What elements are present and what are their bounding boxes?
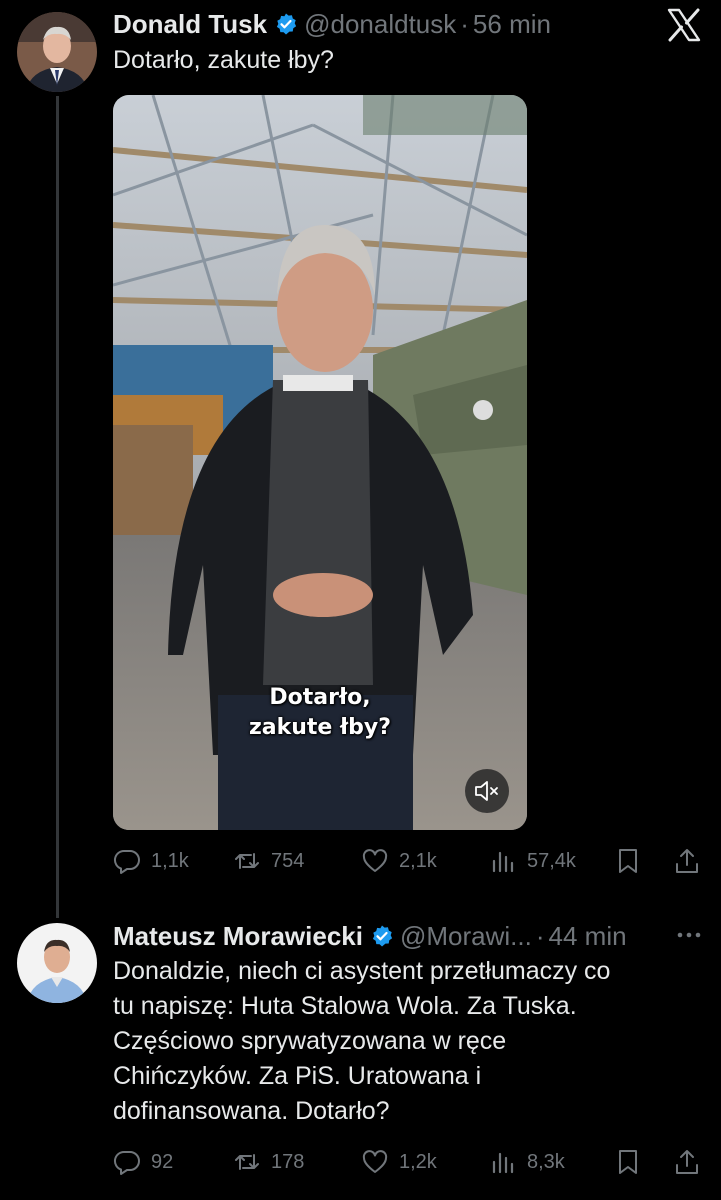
x-logo-icon [667, 8, 701, 42]
display-name[interactable]: Donald Tusk [113, 9, 267, 40]
views-icon [492, 1152, 514, 1174]
reply-button[interactable]: 1,1k [113, 847, 189, 875]
reply-button[interactable]: 92 [113, 1148, 173, 1176]
separator-dot: · [460, 8, 469, 39]
bookmark-button[interactable] [614, 847, 642, 875]
video-caption: Dotarło, zakute łby? [113, 683, 527, 743]
like-button[interactable]: 2,1k [361, 847, 437, 875]
mute-icon [475, 781, 498, 801]
share-button[interactable] [673, 1148, 701, 1176]
display-name[interactable]: Mateusz Morawiecki [113, 921, 363, 952]
avatar[interactable] [17, 923, 97, 1003]
more-button[interactable] [675, 923, 703, 947]
separator-dot: · [535, 920, 545, 951]
tweet-text: Dotarło, zakute łby? [113, 46, 334, 74]
tweet-header: Mateusz Morawiecki @Morawi... · 44 min [113, 918, 627, 954]
bookmark-icon [619, 849, 637, 873]
like-count: 1,2k [399, 1150, 437, 1173]
video-player[interactable]: Dotarło, zakute łby? [113, 95, 527, 830]
like-count: 2,1k [399, 849, 437, 872]
views-count: 57,4k [527, 849, 576, 872]
views-count: 8,3k [527, 1150, 565, 1173]
reply-icon [113, 849, 140, 874]
verified-badge-icon [274, 12, 298, 36]
tweet-actions: 92 178 1,2k 8,3k [113, 1144, 703, 1180]
retweet-icon [235, 1154, 259, 1170]
bookmark-button[interactable] [614, 1148, 642, 1176]
handle[interactable]: @donaldtusk [304, 9, 456, 40]
reply-icon [113, 1150, 140, 1175]
tweet-header: Donald Tusk @donaldtusk · 56 min [113, 6, 551, 42]
like-icon [362, 1150, 388, 1173]
like-button[interactable]: 1,2k [361, 1148, 437, 1176]
reply-count: 92 [151, 1150, 174, 1173]
bookmark-icon [619, 1150, 637, 1174]
share-icon [676, 1150, 698, 1174]
retweet-count: 178 [271, 1150, 305, 1173]
verified-badge-icon [370, 924, 394, 948]
retweet-button[interactable]: 178 [233, 1148, 304, 1176]
mute-button[interactable] [465, 769, 509, 813]
thread-line [56, 96, 59, 918]
retweet-button[interactable]: 754 [233, 847, 304, 875]
views-icon [492, 851, 514, 873]
tweet-actions: 1,1k 754 2,1k 57,4k [113, 843, 703, 879]
like-icon [362, 849, 388, 872]
share-icon [676, 849, 698, 873]
video-caption-line: Dotarło, [269, 685, 371, 710]
timestamp[interactable]: 44 min [549, 921, 627, 952]
retweet-count: 754 [271, 849, 305, 872]
reply-count: 1,1k [151, 849, 189, 872]
views-button[interactable]: 57,4k [489, 847, 576, 875]
retweet-icon [235, 853, 259, 869]
avatar[interactable] [17, 12, 97, 92]
timestamp[interactable]: 56 min [473, 9, 551, 40]
video-caption-line: zakute łby? [248, 715, 392, 740]
share-button[interactable] [673, 847, 701, 875]
tweet-text: Donaldzie, niech ci asystent przetłumacz… [113, 957, 611, 1125]
views-button[interactable]: 8,3k [489, 1148, 565, 1176]
more-icon [677, 932, 701, 938]
handle[interactable]: @Morawi... [400, 921, 532, 952]
